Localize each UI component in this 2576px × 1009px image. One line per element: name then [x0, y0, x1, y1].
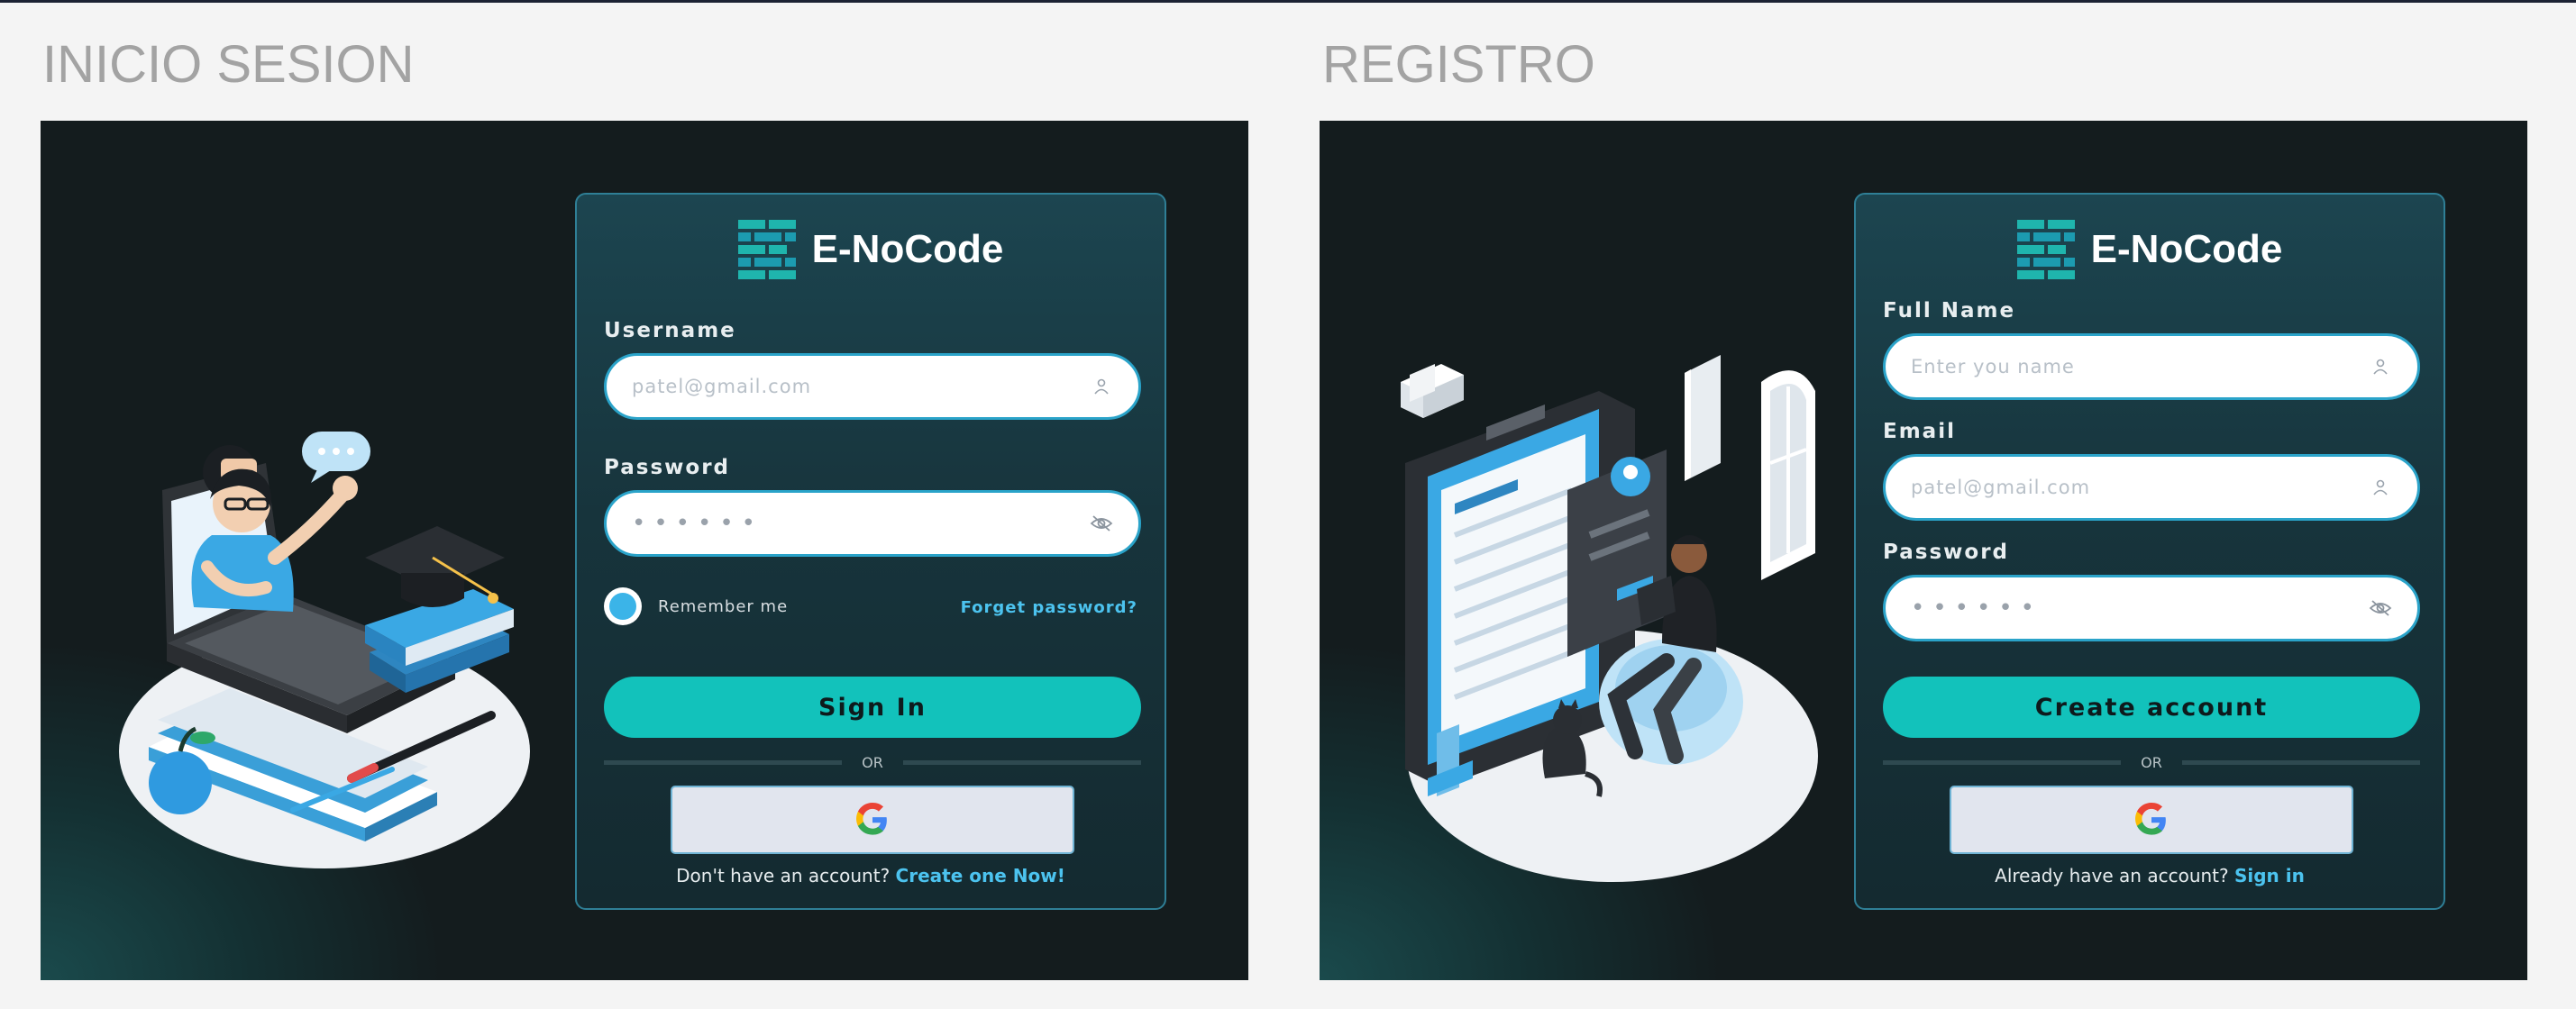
user-icon	[2369, 355, 2392, 378]
signup-prompt: Don't have an account? Create one Now!	[577, 865, 1165, 886]
top-border	[0, 0, 2576, 3]
password-label: Password	[604, 456, 730, 479]
eye-off-icon[interactable]	[1090, 512, 1113, 535]
login-card: E-NoCode Username Password •••••• Rememb…	[575, 193, 1166, 910]
forgot-password-link[interactable]: Forget password?	[961, 598, 1137, 617]
password-input[interactable]: ••••••	[1911, 595, 2369, 622]
password-field-wrapper[interactable]: ••••••	[604, 490, 1141, 557]
signin-prompt-text: Already have an account?	[1995, 865, 2229, 886]
signin-prompt: Already have an account? Sign in	[1856, 865, 2444, 886]
remember-me-radio[interactable]	[604, 587, 642, 625]
brand-name: E-NoCode	[2090, 227, 2283, 271]
or-divider: OR	[1883, 751, 2420, 773]
or-text: OR	[2141, 753, 2162, 771]
signup-illustration	[1401, 355, 1818, 882]
user-icon	[1090, 375, 1113, 398]
fullname-field-wrapper	[1883, 333, 2420, 400]
google-sign-up-button[interactable]	[1950, 786, 2353, 854]
username-label: Username	[604, 319, 736, 342]
signup-prompt-text: Don't have an account?	[676, 865, 891, 886]
email-field-wrapper	[1883, 454, 2420, 521]
create-account-link[interactable]: Create one Now!	[896, 865, 1065, 886]
sign-in-link[interactable]: Sign in	[2234, 865, 2305, 886]
eye-off-icon[interactable]	[2369, 596, 2392, 620]
google-icon	[856, 803, 887, 835]
or-divider: OR	[604, 751, 1141, 773]
brick-logo-icon	[737, 220, 796, 279]
or-text: OR	[862, 753, 883, 771]
google-icon	[2135, 803, 2166, 835]
remember-me-label: Remember me	[658, 596, 789, 616]
register-section-title: REGISTRO	[1322, 35, 1595, 94]
username-input[interactable]	[632, 376, 1090, 397]
email-input[interactable]	[1911, 477, 2369, 498]
password-field-wrapper[interactable]: ••••••	[1883, 575, 2420, 641]
password-input[interactable]: ••••••	[632, 510, 1090, 537]
email-label: Email	[1883, 420, 1956, 443]
login-panel: E-NoCode Username Password •••••• Rememb…	[41, 121, 1248, 980]
brick-logo-icon	[2016, 220, 2075, 279]
username-field-wrapper	[604, 353, 1141, 420]
online-learning-illustration	[119, 432, 530, 868]
password-label: Password	[1883, 541, 2009, 564]
fullname-input[interactable]	[1911, 356, 2369, 377]
create-account-button[interactable]: Create account	[1883, 677, 2420, 738]
login-section-title: INICIO SESION	[42, 35, 415, 94]
fullname-label: Full Name	[1883, 299, 2016, 323]
brand-logo: E-NoCode	[577, 218, 1165, 281]
sign-in-button[interactable]: Sign In	[604, 677, 1141, 738]
register-card: E-NoCode Full Name Email Password ••••••…	[1854, 193, 2445, 910]
google-sign-in-button[interactable]	[671, 786, 1074, 854]
brand-name: E-NoCode	[811, 227, 1004, 271]
register-panel: E-NoCode Full Name Email Password ••••••…	[1320, 121, 2527, 980]
remember-me-row: Remember me	[604, 587, 788, 625]
user-icon	[2369, 476, 2392, 499]
brand-logo: E-NoCode	[1856, 218, 2444, 281]
